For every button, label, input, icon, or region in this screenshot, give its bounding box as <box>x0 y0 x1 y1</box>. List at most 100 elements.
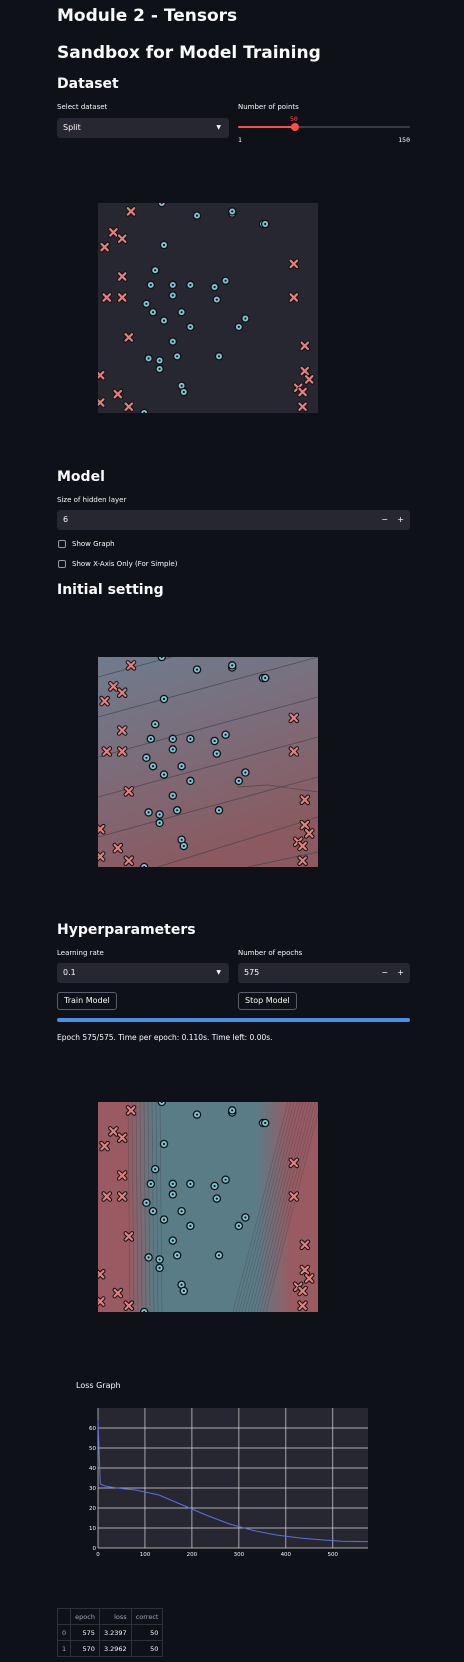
table-header[interactable] <box>56 1608 72 1625</box>
point-center <box>145 756 148 759</box>
class1-point <box>98 823 106 835</box>
dataset-select[interactable]: Split ▼ <box>57 118 229 138</box>
point-center <box>145 302 148 305</box>
epochs-label: Number of epochs <box>238 949 303 957</box>
class0-point <box>139 862 149 867</box>
point-center <box>237 325 240 328</box>
point-center <box>171 737 174 740</box>
y-tick-label: 40 <box>89 1466 96 1472</box>
show-xaxis-label: Show X-Axis Only (For Simple) <box>72 560 178 568</box>
class0-point <box>192 1110 202 1119</box>
x-tick-label: 0 <box>96 1552 100 1558</box>
class1-point <box>98 1268 106 1280</box>
class0-point <box>150 265 160 275</box>
hidden-size-input[interactable]: 6 − + <box>57 510 410 530</box>
class1-point <box>98 369 106 381</box>
class1-point <box>123 855 135 866</box>
class1-point <box>297 840 308 852</box>
checkbox-box[interactable] <box>58 560 66 568</box>
table-header[interactable]: loss <box>98 1608 132 1625</box>
row-index: 1 <box>56 1640 72 1657</box>
lr-select[interactable]: 0.1 ▼ <box>57 963 229 983</box>
class0-point <box>159 1215 169 1224</box>
slider-min: 1 <box>238 136 242 144</box>
points-slider[interactable]: 50 1 150 <box>238 114 410 144</box>
class1-point <box>123 401 135 412</box>
class1-point <box>288 1191 300 1202</box>
point-center <box>213 1184 216 1188</box>
class0-point <box>177 307 186 317</box>
progress-track <box>57 1018 410 1022</box>
class1-point <box>288 258 300 270</box>
train-model-button[interactable]: Train Model <box>57 992 117 1010</box>
plus-button[interactable]: + <box>397 510 404 530</box>
class0-point <box>168 1190 178 1199</box>
stop-model-button[interactable]: Stop Model <box>238 992 297 1010</box>
point-center <box>180 1210 183 1213</box>
point-center <box>154 1168 157 1171</box>
class1-point <box>116 1191 128 1202</box>
slider-value: 50 <box>290 115 298 123</box>
class1-point <box>116 725 128 736</box>
point-center <box>149 1182 152 1185</box>
point-center <box>151 1210 155 1213</box>
class1-point <box>299 1239 311 1251</box>
show-graph-checkbox[interactable]: Show Graph <box>58 540 115 548</box>
y-tick-label: 50 <box>89 1446 96 1452</box>
points-label: Number of points <box>238 103 299 111</box>
class0-point <box>168 337 178 346</box>
point-center <box>224 1178 227 1181</box>
table-cell: 50 <box>130 1640 164 1657</box>
class1-point <box>125 1105 137 1116</box>
class0-point <box>241 768 250 777</box>
class0-point <box>148 1206 158 1216</box>
checkbox-box[interactable] <box>58 540 66 548</box>
class1-point <box>116 1170 128 1181</box>
initial-plot <box>98 657 318 867</box>
class0-point <box>186 1179 195 1189</box>
point-center <box>195 214 199 217</box>
minus-button[interactable]: − <box>381 510 388 530</box>
class1-point <box>288 292 300 303</box>
class0-point <box>144 1253 153 1262</box>
class1-point <box>116 746 128 757</box>
class0-point <box>142 1198 151 1208</box>
lr-label: Learning rate <box>57 949 104 957</box>
class1-point <box>297 1300 308 1311</box>
dataset-select-value: Split <box>63 123 81 132</box>
plot-background <box>98 203 318 413</box>
table-header[interactable]: epoch <box>70 1608 100 1625</box>
chart-background <box>98 1408 368 1548</box>
class1-point <box>297 1285 308 1297</box>
minus-button[interactable]: − <box>381 963 388 983</box>
class0-point <box>155 356 164 365</box>
point-center <box>182 390 185 394</box>
page-title: Module 2 - Tensors <box>57 6 238 26</box>
table-header[interactable]: correct <box>130 1608 164 1625</box>
class0-point <box>155 818 164 828</box>
slider-handle[interactable] <box>290 123 299 131</box>
point-center <box>171 294 174 297</box>
class0-point <box>186 1221 195 1231</box>
plus-button[interactable]: + <box>397 963 404 983</box>
class1-point <box>125 660 137 671</box>
table-cell: 575 <box>70 1624 100 1641</box>
x-tick-label: 500 <box>328 1552 339 1558</box>
class1-point <box>125 206 137 217</box>
class1-point <box>101 746 113 757</box>
class0-point <box>144 808 153 817</box>
point-center <box>158 813 161 816</box>
point-center <box>217 1254 221 1257</box>
show-xaxis-checkbox[interactable]: Show X-Axis Only (For Simple) <box>58 560 177 568</box>
point-center <box>189 1224 192 1227</box>
class0-point <box>234 776 244 786</box>
class1-point <box>101 1191 113 1202</box>
x-tick-label: 400 <box>281 1552 292 1558</box>
epochs-input[interactable]: 575 − + <box>238 963 410 983</box>
point-center <box>158 821 161 824</box>
class0-point <box>148 307 158 317</box>
point-center <box>171 1239 174 1242</box>
lr-value: 0.1 <box>63 968 76 977</box>
class0-point <box>241 1213 250 1222</box>
class1-point <box>288 1157 300 1169</box>
